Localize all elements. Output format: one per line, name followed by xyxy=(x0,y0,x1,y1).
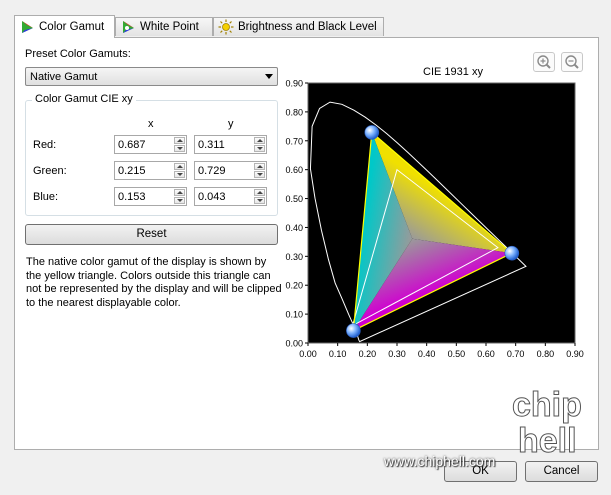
tab-white-point[interactable]: White Point xyxy=(115,17,213,36)
spin-down-button[interactable] xyxy=(254,197,265,204)
spin-value: 0.311 xyxy=(198,139,225,151)
x-tick-label: 0.80 xyxy=(537,349,555,359)
spin-down-button[interactable] xyxy=(174,171,185,178)
green-x-spinbox[interactable]: 0.215 xyxy=(114,161,187,180)
spin-down-button[interactable] xyxy=(254,171,265,178)
x-tick-label: 0.50 xyxy=(448,349,466,359)
x-tick-label: 0.40 xyxy=(418,349,436,359)
tab-label: Brightness and Black Level xyxy=(238,21,377,33)
column-y-header: y xyxy=(228,118,234,130)
preset-gamut-select[interactable]: Native Gamut xyxy=(25,67,278,86)
spin-value: 0.729 xyxy=(198,165,226,177)
y-tick-label: 0.30 xyxy=(285,252,303,262)
y-tick-label: 0.90 xyxy=(285,79,303,89)
x-tick-label: 0.10 xyxy=(329,349,347,359)
red-row-label: Red: xyxy=(33,139,57,151)
spin-value: 0.043 xyxy=(198,191,226,203)
gamut-point-green xyxy=(364,125,380,140)
y-tick-label: 0.40 xyxy=(285,223,303,233)
spin-up-button[interactable] xyxy=(254,163,265,170)
spin-up-button[interactable] xyxy=(174,137,185,144)
spin-down-button[interactable] xyxy=(254,145,265,152)
spin-up-button[interactable] xyxy=(174,189,185,196)
red-y-spinbox[interactable]: 0.311 xyxy=(194,135,267,154)
watermark-logo-text-top: chip xyxy=(512,386,582,424)
chevron-down-icon xyxy=(265,74,273,79)
spin-value: 0.153 xyxy=(118,191,146,203)
y-tick-label: 0.70 xyxy=(285,136,303,146)
gamut-group-title: Color Gamut CIE xy xyxy=(32,93,136,105)
sun-icon xyxy=(218,19,234,35)
x-tick-label: 0.00 xyxy=(299,349,317,359)
gamut-point-red xyxy=(504,245,520,261)
watermark-logo: chip hell xyxy=(512,386,583,461)
spin-up-button[interactable] xyxy=(174,163,185,170)
chart-title: CIE 1931 xy xyxy=(423,66,483,78)
preset-selected-value: Native Gamut xyxy=(30,71,98,83)
watermark-logo-text-bottom: hell xyxy=(518,422,577,460)
y-tick-label: 0.20 xyxy=(285,281,303,291)
y-tick-label: 0.50 xyxy=(285,194,303,204)
blue-row-label: Blue: xyxy=(33,191,59,203)
red-x-spinbox[interactable]: 0.687 xyxy=(114,135,187,154)
preset-label: Preset Color Gamuts: xyxy=(25,48,131,60)
tab-color-gamut[interactable]: Color Gamut xyxy=(14,15,115,38)
column-x-header: x xyxy=(148,118,154,130)
x-tick-label: 0.30 xyxy=(388,349,406,359)
x-tick-label: 0.20 xyxy=(359,349,377,359)
x-tick-label: 0.70 xyxy=(507,349,525,359)
cie-chart: CIE 1931 xy 0.00 0.10 0.20 0.30 0.40 0.50 0.60 0… xyxy=(285,66,584,359)
spin-value: 0.687 xyxy=(118,139,146,151)
y-tick-label: 0.10 xyxy=(285,310,303,320)
white-point-icon xyxy=(123,21,134,33)
blue-x-spinbox[interactable]: 0.153 xyxy=(114,187,187,206)
reset-button[interactable]: Reset xyxy=(25,224,278,245)
spin-down-button[interactable] xyxy=(174,145,185,152)
watermark-text: www.chiphell.com xyxy=(384,453,496,469)
color-triangle-icon xyxy=(22,21,33,33)
spin-down-button[interactable] xyxy=(174,197,185,204)
blue-y-spinbox[interactable]: 0.043 xyxy=(194,187,267,206)
tab-label: Color Gamut xyxy=(39,21,105,33)
y-tick-label: 0.60 xyxy=(285,165,303,175)
spin-up-button[interactable] xyxy=(254,137,265,144)
spin-value: 0.215 xyxy=(118,165,146,177)
x-tick-label: 0.60 xyxy=(477,349,495,359)
tab-brightness[interactable]: Brightness and Black Level xyxy=(213,17,384,36)
gamut-point-blue xyxy=(346,323,361,338)
x-tick-label: 0.90 xyxy=(566,349,584,359)
tab-label: White Point xyxy=(140,21,199,33)
cancel-button[interactable]: Cancel xyxy=(525,461,598,482)
spin-up-button[interactable] xyxy=(254,189,265,196)
gamut-description: The native color gamut of the display is… xyxy=(26,256,282,309)
green-y-spinbox[interactable]: 0.729 xyxy=(194,161,267,180)
y-tick-label: 0.00 xyxy=(285,339,303,349)
green-row-label: Green: xyxy=(33,165,67,177)
y-tick-label: 0.80 xyxy=(285,107,303,117)
